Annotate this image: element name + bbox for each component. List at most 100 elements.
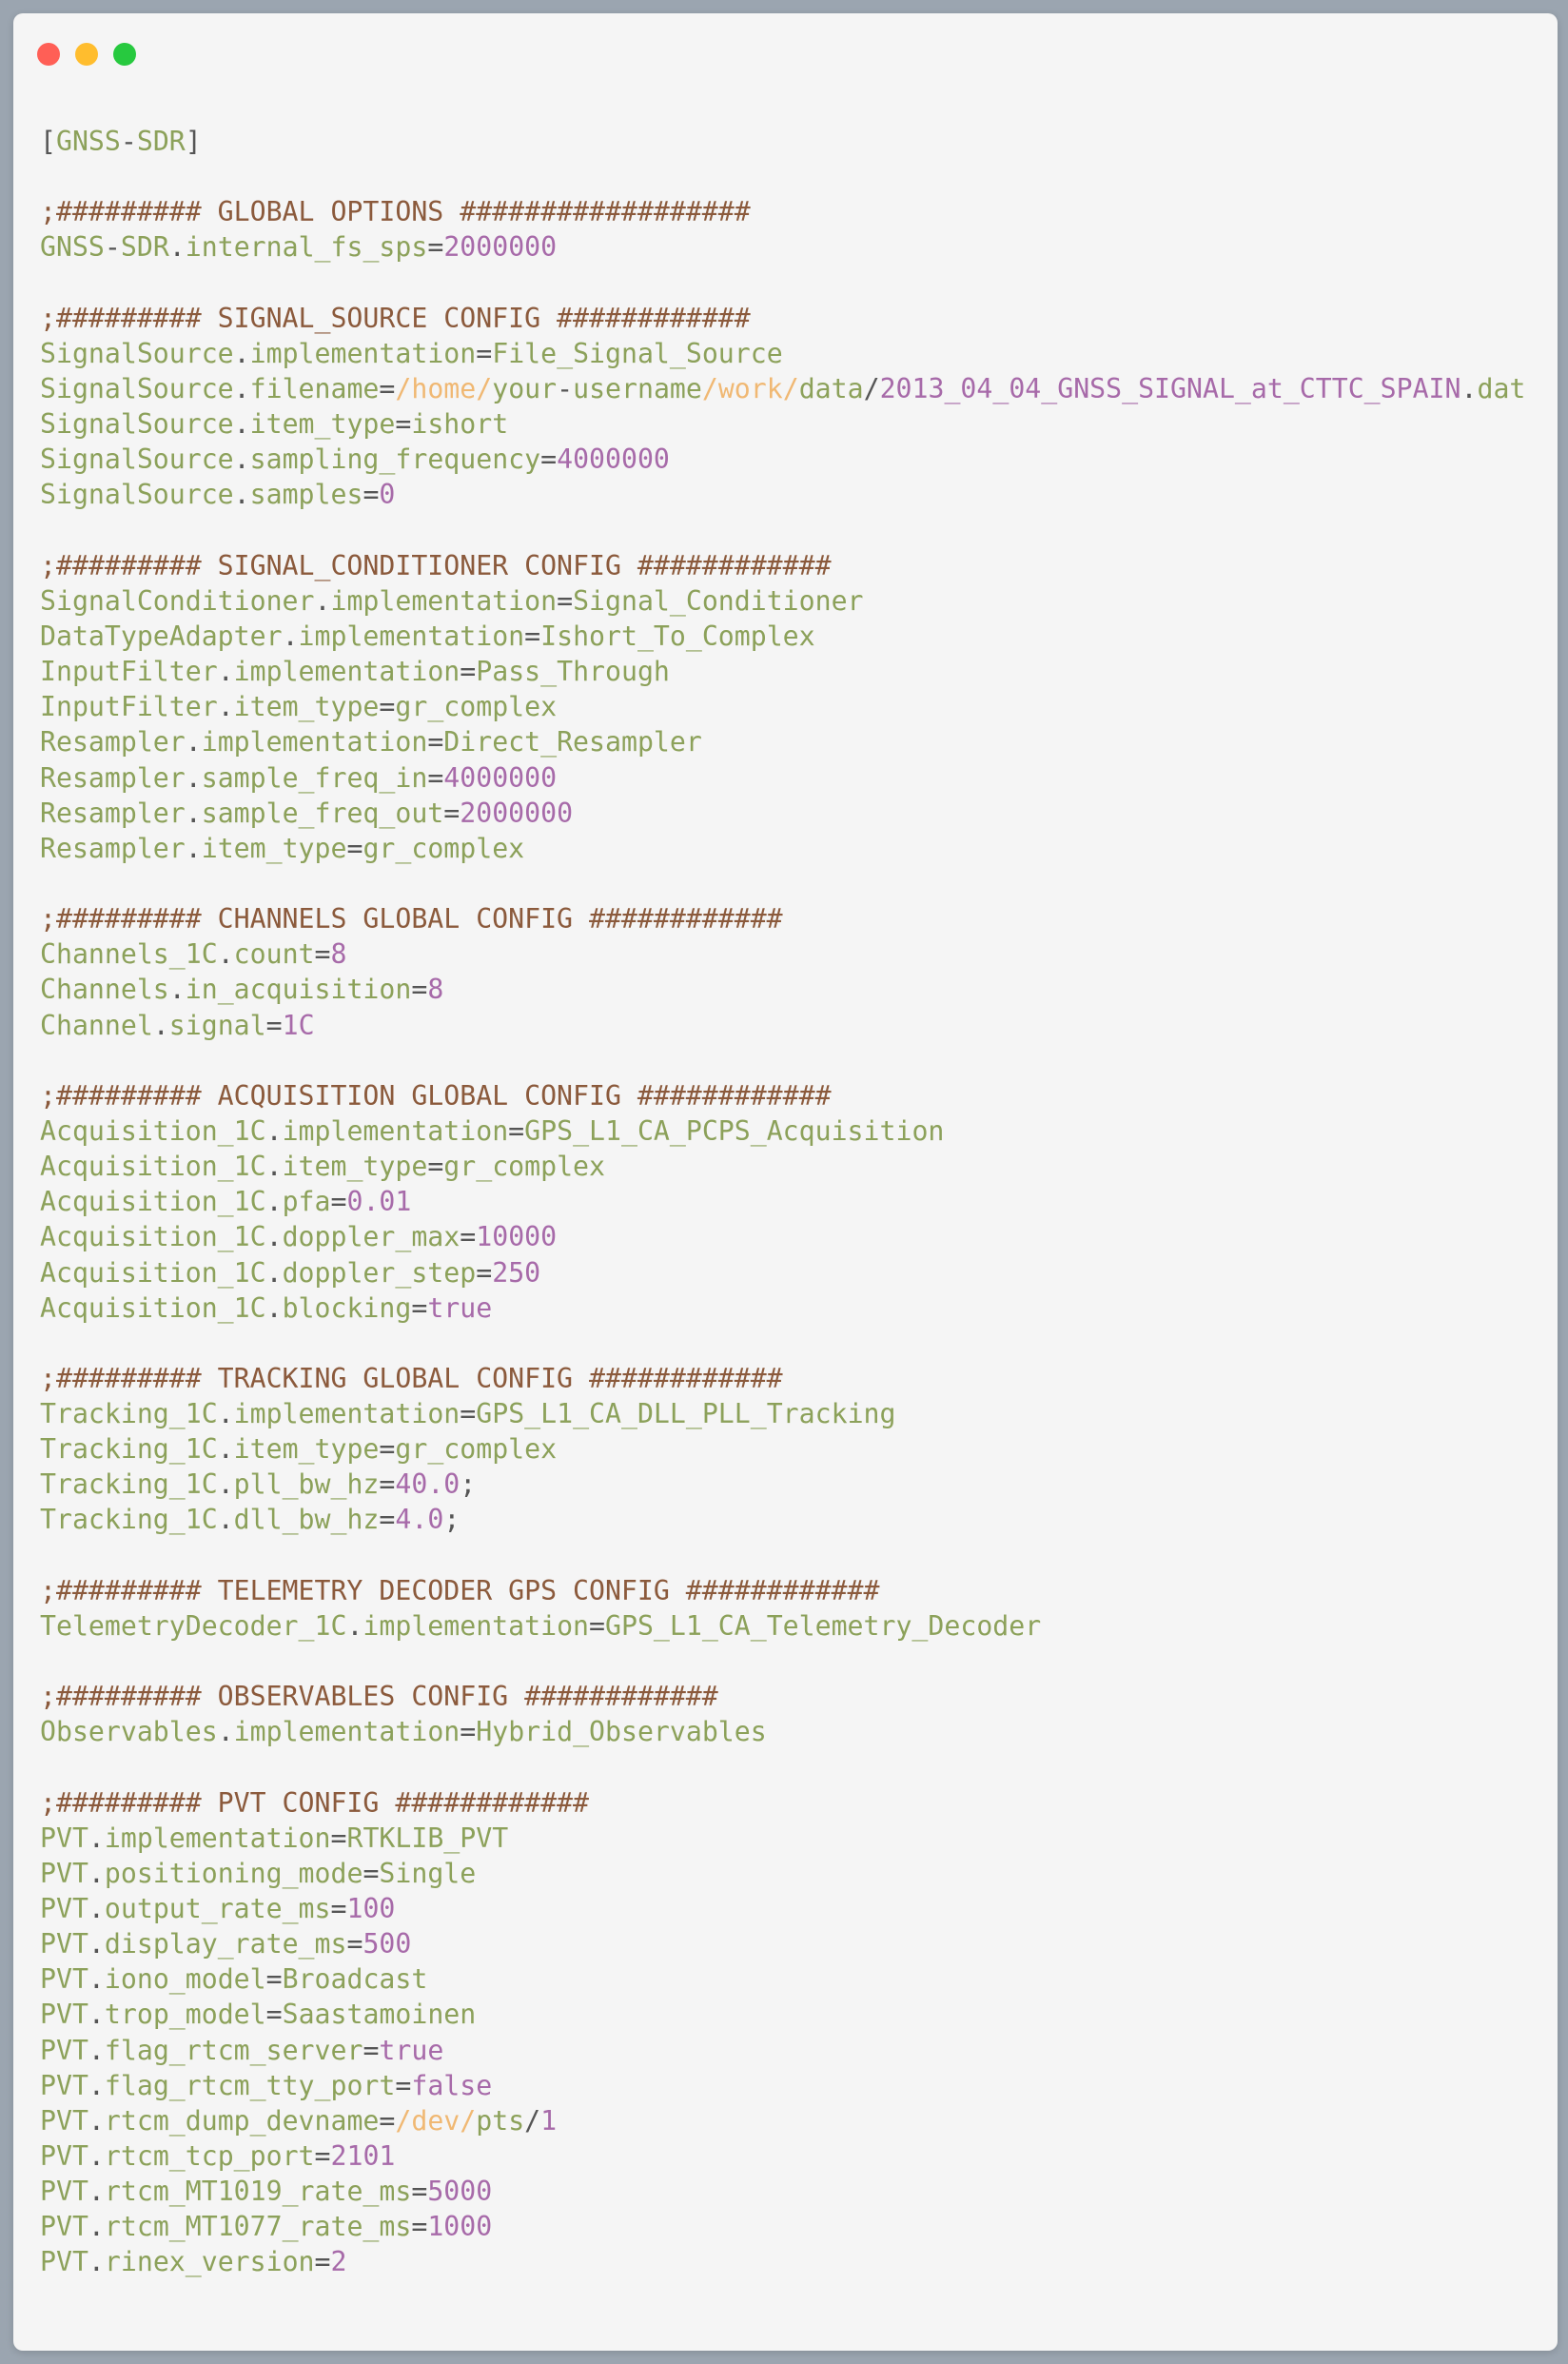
code-token: . [88,2104,105,2137]
code-token: ;######### TRACKING GLOBAL CONFIG ######… [40,1362,783,1394]
code-token: Hybrid_Observables [476,1716,767,1748]
code-token: Signal_Conditioner [573,584,864,617]
code-token: InputFilter [40,691,218,723]
code-token: sample_freq_out [201,797,444,829]
code-token: = [314,2140,331,2173]
code-token: PVT [40,1893,88,1925]
code-token: = [265,1999,283,2031]
code-token: . [265,1186,283,1218]
config-line: PVT.flag_rtcm_server=true [40,2033,1525,2068]
code-token: = [395,408,412,441]
code-token: 1C [282,1009,315,1041]
code-token: PVT [40,1857,88,1889]
close-button[interactable] [37,43,60,66]
code-token: PVT [40,1822,88,1854]
code-token: SignalSource [40,443,234,476]
config-line: Channel.signal=1C [40,1008,1525,1043]
comment-line: ;######### SIGNAL_SOURCE CONFIG ########… [40,301,1525,336]
code-token: 8 [427,974,444,1006]
code-token: 100 [346,1893,396,1925]
code-token: [ [40,126,56,157]
config-line: Acquisition_1C.doppler_step=250 [40,1255,1525,1290]
code-token: = [330,1893,347,1925]
code-token: Channels [40,974,169,1006]
code-token: = [330,1186,347,1218]
code-token: display_rate_ms [104,1928,347,1960]
code-token: /home/ [395,372,493,404]
code-token: / [524,2104,541,2137]
maximize-button[interactable] [113,43,136,66]
config-line: GNSS-SDR.internal_fs_sps=2000000 [40,229,1525,265]
code-token: Broadcast [282,1963,428,1996]
comment-line: ;######### GLOBAL OPTIONS ##############… [40,194,1525,229]
code-token: . [185,797,202,829]
code-token: true [379,2034,444,2066]
code-token: 2000000 [443,231,558,264]
code-token: ishort [411,408,509,441]
code-token: = [330,1822,347,1854]
code-token: InputFilter [40,656,218,688]
code-token: = [476,337,493,369]
config-line: PVT.output_rate_ms=100 [40,1891,1525,1926]
code-token: . [88,2211,105,2243]
code-token: item_type [249,408,396,441]
config-line: SignalConditioner.implementation=Signal_… [40,583,1525,619]
code-token: ;######### SIGNAL_CONDITIONER CONFIG ###… [40,549,832,581]
code-token: item_type [201,832,347,864]
code-token: . [88,2176,105,2208]
code-token: implementation [330,584,558,617]
code-token: . [1460,372,1478,404]
config-line: Acquisition_1C.implementation=GPS_L1_CA_… [40,1113,1525,1149]
code-token: DataTypeAdapter [40,620,283,652]
code-token: ;######### ACQUISITION GLOBAL CONFIG ###… [40,1079,832,1112]
code-token: 5000 [427,2176,493,2208]
config-line: PVT.rtcm_MT1019_rate_ms=5000 [40,2174,1525,2209]
code-token: implementation [233,656,461,688]
code-token: = [476,1256,493,1289]
code-token: username [573,372,702,404]
config-line: SignalSource.filename=/home/your-usernam… [40,371,1525,406]
code-token: = [346,1928,363,1960]
code-token: /work/ [701,372,799,404]
code-token: in_acquisition [185,974,412,1006]
minimize-button[interactable] [75,43,98,66]
code-token: . [265,1291,283,1324]
code-token: GPS_L1_CA_Telemetry_Decoder [605,1609,1042,1642]
code-token: . [88,1822,105,1854]
code-token: . [88,1857,105,1889]
code-token: 0 [379,479,396,511]
config-line: Channels.in_acquisition=8 [40,972,1525,1007]
code-token: = [379,1468,396,1501]
code-token: gr_complex [363,832,525,864]
code-token: = [589,1609,605,1642]
code-token: implementation [233,1398,461,1430]
code-token: = [411,974,428,1006]
code-token: count [233,938,315,971]
code-token: PVT [40,2176,88,2208]
code-token: . [88,2140,105,2173]
code-token: . [265,1151,283,1183]
code-token: output_rate_ms [104,1893,331,1925]
code-token: 10000 [476,1221,558,1253]
config-line: PVT.rtcm_tcp_port=2101 [40,2138,1525,2174]
config-line: PVT.implementation=RTKLIB_PVT [40,1821,1525,1856]
code-token: Acquisition_1C [40,1114,266,1147]
code-token: Resampler [40,832,186,864]
code-token: gr_complex [443,1151,605,1183]
config-line: Acquisition_1C.doppler_max=10000 [40,1219,1525,1254]
code-token: rtcm_MT1077_rate_ms [104,2211,412,2243]
comment-line: ;######### TELEMETRY DECODER GPS CONFIG … [40,1573,1525,1608]
code-token: pll_bw_hz [233,1468,380,1501]
code-token: = [427,1151,444,1183]
code-token: - [557,372,574,404]
code-token: item_type [233,691,380,723]
code-token: flag_rtcm_tty_port [104,2069,396,2101]
code-token: Ishort_To_Complex [540,620,815,652]
code-token: item_type [233,1433,380,1466]
code-token: File_Signal_Source [492,337,783,369]
comment-line: ;######### CHANNELS GLOBAL CONFIG ######… [40,901,1525,936]
code-token: ;######### CHANNELS GLOBAL CONFIG ######… [40,903,783,936]
code-token: = [411,2176,428,2208]
